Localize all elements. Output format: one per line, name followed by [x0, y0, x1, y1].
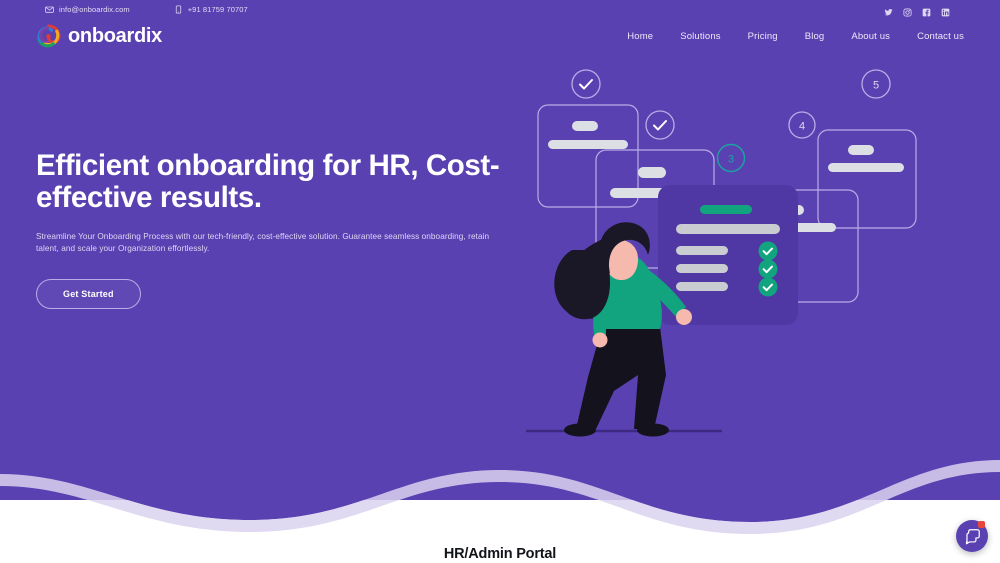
page-root: info@onboardix.com +91 81759 70707 onboa…	[0, 0, 1000, 563]
linkedin-icon[interactable]	[941, 4, 950, 17]
envelope-icon	[45, 6, 54, 13]
contact-email-text: info@onboardix.com	[59, 4, 130, 14]
checklist-check-3	[758, 277, 778, 297]
nav-item-blog[interactable]: Blog	[805, 31, 825, 42]
utility-topbar: info@onboardix.com +91 81759 70707	[0, 0, 1000, 18]
step-card-5	[817, 129, 917, 229]
step-badge-2-check	[645, 110, 675, 140]
get-started-button[interactable]: Get Started	[36, 279, 141, 309]
onboardix-swirl-logo	[37, 24, 61, 47]
nav-item-home[interactable]: Home	[627, 31, 653, 42]
contact-group: info@onboardix.com +91 81759 70707	[45, 5, 248, 14]
checklist-title-bar	[700, 205, 752, 214]
contact-email[interactable]: info@onboardix.com	[45, 5, 130, 14]
nav-item-contact-us[interactable]: Contact us	[917, 31, 964, 42]
nav-item-pricing[interactable]: Pricing	[748, 31, 778, 42]
facebook-icon[interactable]	[922, 4, 931, 17]
onboarding-steps-illustration: 3 4 5	[526, 69, 917, 437]
hero-subtitle: Streamline Your Onboarding Process with …	[36, 232, 490, 253]
svg-text:3: 3	[728, 154, 734, 166]
brand-logo[interactable]: onboardix	[36, 24, 162, 49]
contact-phone[interactable]: +91 81759 70707	[174, 5, 248, 14]
step-badge-5: 5	[861, 69, 891, 99]
mobile-phone-icon	[175, 4, 181, 14]
wave-divider	[0, 430, 1000, 534]
hero-title: Efficient onboarding for HR, Cost-effect…	[36, 149, 500, 214]
step-badge-3: 3	[716, 143, 746, 173]
social-links	[884, 4, 950, 17]
nav-item-solutions[interactable]: Solutions	[680, 31, 720, 42]
nav-item-about-us[interactable]: About us	[851, 31, 890, 42]
checklist-check-1	[758, 241, 778, 261]
svg-text:5: 5	[873, 80, 879, 92]
brand-name: onboardix	[68, 24, 162, 47]
section-title-hr-admin-portal: HR/Admin Portal	[443, 546, 557, 562]
chat-bubbles-icon	[965, 528, 980, 544]
contact-phone-text: +91 81759 70707	[187, 4, 248, 14]
nav-links: Home Solutions Pricing Blog About us Con…	[627, 31, 964, 42]
twitter-icon[interactable]	[884, 4, 893, 16]
checklist-check-2	[758, 259, 778, 279]
character-hair	[560, 237, 610, 320]
chat-unread-badge	[978, 521, 985, 528]
character-legs	[576, 327, 666, 429]
hero-copy: Efficient onboarding for HR, Cost-effect…	[36, 150, 516, 309]
step-badge-4: 4	[788, 111, 816, 139]
instagram-icon[interactable]	[903, 4, 912, 17]
svg-text:4: 4	[799, 121, 805, 133]
step-badge-1-check	[571, 69, 601, 99]
chat-widget-button[interactable]	[956, 520, 988, 552]
